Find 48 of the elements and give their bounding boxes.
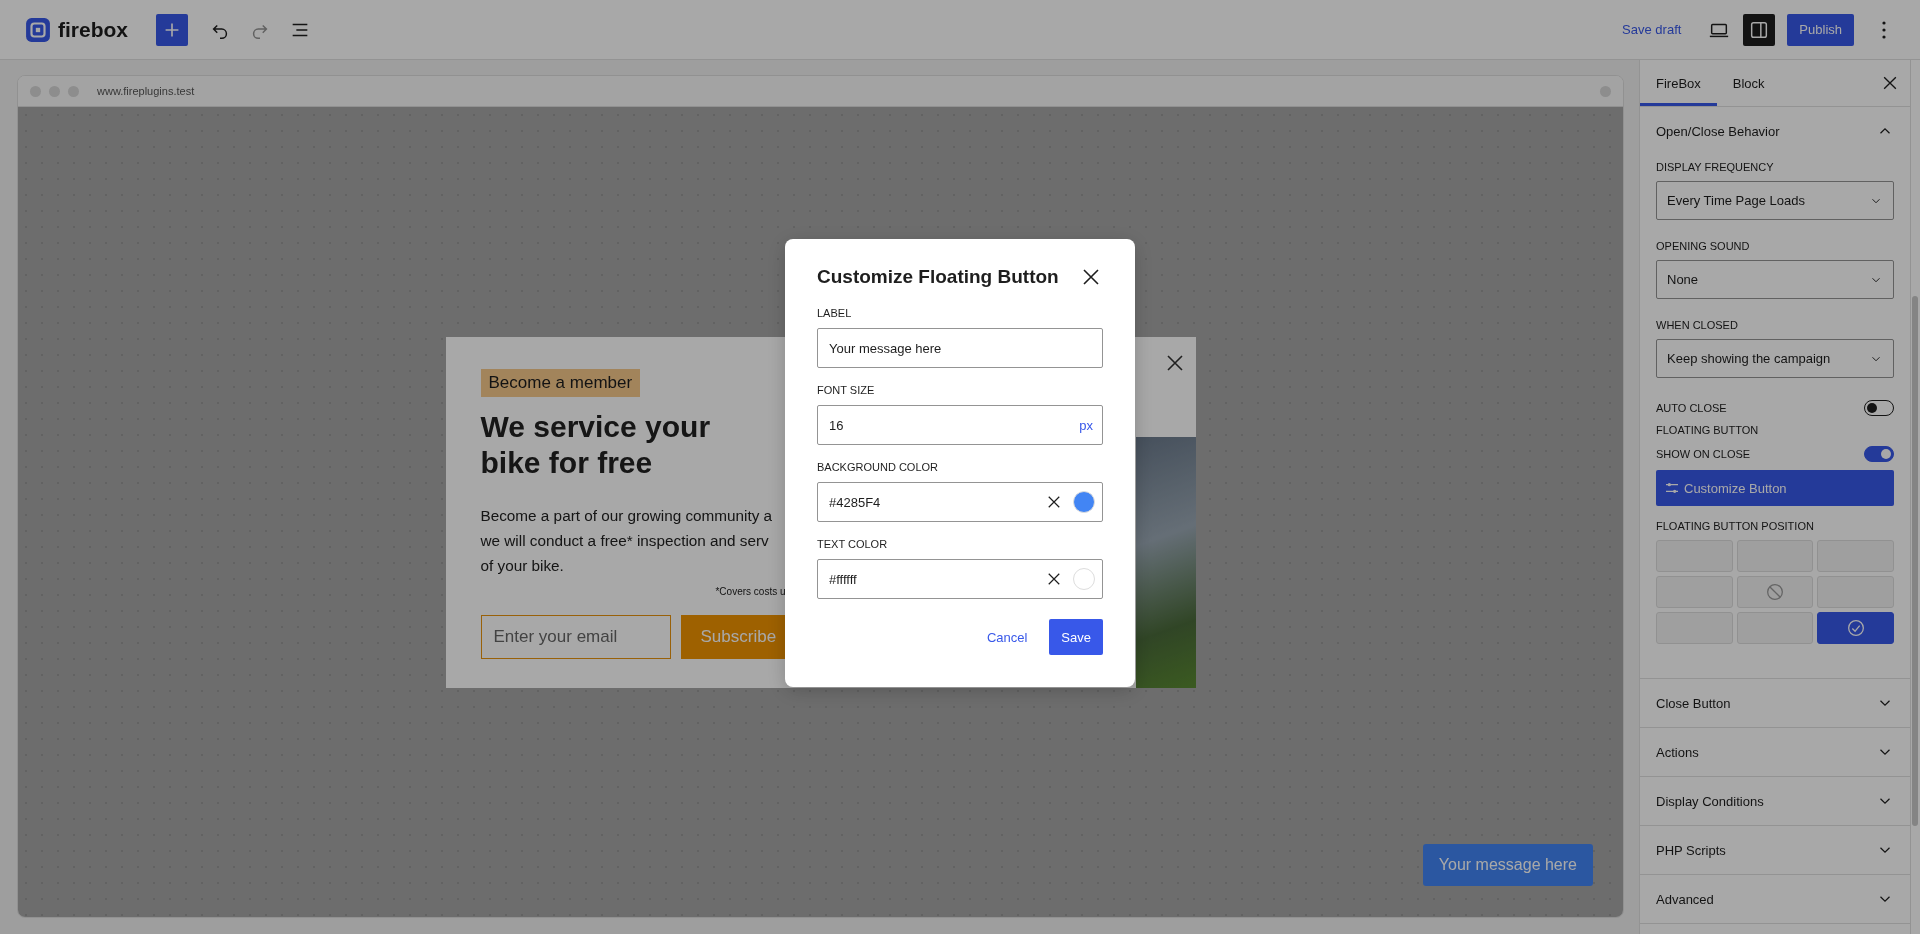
address-text: www.fireplugins.test [97,85,195,97]
toggle-switch[interactable] [1864,446,1894,462]
section-header[interactable]: Actions [1640,728,1910,776]
logo-icon [25,16,51,43]
save-button[interactable]: Save [1049,619,1103,655]
email-input[interactable]: Enter your email [480,614,671,659]
field-label: TEXT COLOR [817,538,889,550]
sidebar-tab[interactable]: Block [1716,60,1781,106]
kebab-menu-icon [1881,19,1887,40]
field-label: OPENING SOUND [1656,240,1751,252]
popup-heading: We service your bike for free [480,408,712,481]
field-label: LABEL [817,307,853,319]
section-header[interactable]: Close Button [1640,679,1910,727]
field-label: AUTO CLOSE [1656,402,1727,414]
field-label: BACKGROUND COLOR [817,461,940,473]
position-option[interactable] [1817,612,1894,644]
toggle-switch[interactable] [1864,400,1894,416]
add-block-button[interactable] [156,13,188,46]
field-label: FONT SIZE [817,384,876,396]
cancel-button[interactable]: Cancel [980,628,1034,646]
section-header[interactable]: Advanced [1640,875,1910,923]
customize-button[interactable]: Customize Button [1656,470,1894,506]
member-badge: Become a member [480,368,641,397]
field-label: FLOATING BUTTON POSITION [1656,520,1815,532]
input-field[interactable]: Your message here [817,328,1103,368]
save-draft-link[interactable]: Save draft [1616,21,1688,38]
section-header[interactable]: PHP Scripts [1640,826,1910,874]
group-label: FLOATING BUTTON [1656,424,1760,436]
input-field[interactable]: #4285F4 [817,482,1103,522]
popup-description: Become a part of our growing community a we will conduct a free* inspection and serv of your bike. [480,505,774,576]
publish-button[interactable]: Publish [1787,13,1854,46]
select-dropdown[interactable]: Every Time Page Loads [1656,181,1894,220]
field-label: WHEN CLOSED [1656,319,1739,331]
sidebar-tab[interactable]: FireBox [1640,60,1717,106]
settings-toggle-button[interactable] [1743,13,1776,46]
select-dropdown[interactable]: Keep showing the campaign [1656,339,1894,378]
field-label: DISPLAY FREQUENCY [1656,161,1775,173]
prohibited-icon [1764,581,1786,603]
section-header[interactable]: Open/Close Behavior [1640,107,1910,155]
select-dropdown[interactable]: None [1656,260,1894,299]
section-header[interactable]: Display Conditions [1640,777,1910,825]
dialog-title: Customize Floating Button [817,266,1059,288]
input-field[interactable]: #ffffff [817,559,1103,599]
footnote-text: *Covers costs u [714,585,786,597]
logo-text: firebox [58,17,128,42]
sliders-icon [1664,480,1680,496]
unit-text: px [1079,417,1093,433]
field-label: SHOW ON CLOSE [1656,448,1751,460]
